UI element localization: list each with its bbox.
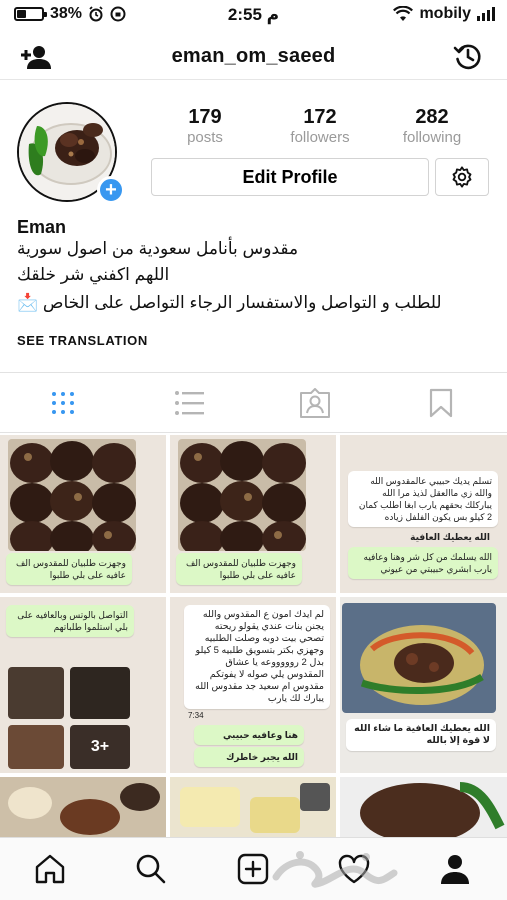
- grid-icon: [52, 392, 74, 414]
- post-4-more-count: 3+: [70, 725, 130, 769]
- bottom-nav: [0, 837, 507, 900]
- status-bar: 38% 2:55 م mobily: [0, 0, 507, 32]
- search-icon: [136, 854, 166, 884]
- stat-following-value: 282: [415, 106, 449, 128]
- nav-home[interactable]: [30, 850, 70, 888]
- bio-line-2-wrap: اللهم اكفني شر خلقك: [17, 265, 491, 285]
- post-3-message: تسلم يديك حبيبي عالمقدوس الله والله زي م…: [348, 471, 498, 527]
- stat-followers-value: 172: [303, 106, 337, 128]
- tab-tagged[interactable]: [298, 387, 332, 419]
- post-4-thumb-1: [8, 667, 64, 719]
- signal-icon: [477, 7, 495, 21]
- stat-posts[interactable]: 179 posts: [150, 106, 260, 148]
- grid-post-5[interactable]: لم ايدك امون ع المقدوس والله يجنن بنات ع…: [170, 597, 336, 773]
- tab-saved[interactable]: [424, 387, 458, 419]
- grid-post-4[interactable]: التواصل بالوتس وبالعافيه على بلي استلموا…: [0, 597, 166, 773]
- stat-posts-label: posts: [187, 129, 223, 146]
- grid-post-7[interactable]: [0, 777, 166, 837]
- bio-line-1-wrap: مقدوس بأنامل سعودية من اصول سورية: [17, 239, 491, 259]
- post-5-reply-1: هنا وعافيه حبيبي: [194, 725, 304, 745]
- post-5-time: 7:34: [188, 711, 204, 720]
- stat-followers[interactable]: 172 followers: [265, 106, 375, 148]
- post-5-reply-2: الله يجبر خاطرك: [194, 747, 304, 767]
- profile-bio: Eman مقدوس بأنامل سعودية من اصول سورية ا…: [17, 215, 491, 312]
- post-2-photo: [178, 439, 306, 551]
- profile-username: eman_om_saeed: [171, 45, 336, 67]
- bio-line-3: للطلب و التواصل والاستفسار الرجاء التواص…: [17, 293, 442, 312]
- post-4-thumb-2: [70, 667, 130, 719]
- posts-grid: وجهزت طلبيان للمقدوس الف عافيه على بلي ط…: [0, 435, 507, 837]
- post-3-reply: الله يعطيك العافية: [410, 532, 490, 542]
- grid-post-3[interactable]: تسلم يديك حبيبي عالمقدوس الله والله زي م…: [340, 435, 507, 593]
- stat-following-label: following: [402, 129, 462, 146]
- tab-grid[interactable]: [46, 387, 80, 419]
- post-2-caption: وجهزت طلبيان للمقدوس الف عافيه على بلي ط…: [176, 553, 302, 585]
- profile-tabs: [0, 373, 507, 433]
- status-right: mobily: [393, 5, 495, 23]
- bookmark-icon: [429, 388, 453, 418]
- bio-line-1: مقدوس بأنامل سعودية من اصول سورية: [17, 239, 299, 258]
- post-6-message: الله يعطيك العافية ما شاء الله لا قوة إل…: [346, 719, 496, 751]
- tabs-bottom-divider: [0, 432, 507, 433]
- tab-list[interactable]: [172, 387, 206, 419]
- bio-line-2: اللهم اكفني شر خلقك: [17, 265, 170, 284]
- new-post-icon: [237, 853, 269, 885]
- nav-search[interactable]: [131, 850, 171, 888]
- tagged-icon: [300, 388, 330, 418]
- profile-display-name: Eman: [17, 217, 67, 237]
- top-nav: eman_om_saeed: [0, 34, 507, 80]
- post-1-photo: [8, 439, 136, 551]
- wifi-icon: [393, 6, 414, 21]
- stat-following[interactable]: 282 following: [377, 106, 487, 148]
- grid-post-6[interactable]: الله يعطيك العافية ما شاء الله لا قوة إل…: [340, 597, 507, 773]
- see-translation-link[interactable]: SEE TRANSLATION: [17, 333, 148, 348]
- home-icon: [35, 854, 65, 884]
- history-icon[interactable]: [451, 41, 485, 73]
- stat-posts-value: 179: [188, 106, 222, 128]
- grid-post-1[interactable]: وجهزت طلبيان للمقدوس الف عافيه على بلي ط…: [0, 435, 166, 593]
- post-6-photo: [342, 603, 496, 713]
- add-story-button[interactable]: +: [97, 176, 125, 204]
- post-4-thumb-3: [8, 725, 64, 769]
- nav-new-post[interactable]: [233, 850, 273, 888]
- list-icon: [175, 391, 204, 415]
- post-1-caption: وجهزت طلبيان للمقدوس الف عافيه على بلي ط…: [6, 553, 132, 585]
- post-3-bottom-message: الله يسلمك من كل شر وهنا وعافيه يارب ابش…: [348, 547, 498, 579]
- grid-post-2[interactable]: وجهزت طلبيان للمقدوس الف عافيه على بلي ط…: [170, 435, 336, 593]
- grid-post-9[interactable]: [340, 777, 507, 837]
- post-4-message: التواصل بالوتس وبالعافيه على بلي استلموا…: [6, 605, 134, 637]
- grid-post-8[interactable]: [170, 777, 336, 837]
- carrier-name: mobily: [419, 5, 471, 22]
- profile-icon: [441, 855, 469, 884]
- settings-button[interactable]: [435, 158, 489, 196]
- add-person-icon[interactable]: [20, 41, 54, 73]
- edit-profile-button[interactable]: Edit Profile: [151, 158, 429, 196]
- profile-stats: 179 posts 172 followers 282 following: [150, 106, 495, 150]
- gear-icon: [452, 166, 472, 188]
- nav-profile[interactable]: [435, 850, 475, 888]
- stat-followers-label: followers: [290, 129, 350, 146]
- post-5-message: لم ايدك امون ع المقدوس والله يجنن بنات ع…: [184, 605, 330, 709]
- watermark-logo: [272, 851, 398, 888]
- bio-line-3-wrap: للطلب و التواصل والاستفسار الرجاء التواص…: [17, 293, 491, 313]
- profile-avatar-wrap[interactable]: +: [17, 102, 125, 206]
